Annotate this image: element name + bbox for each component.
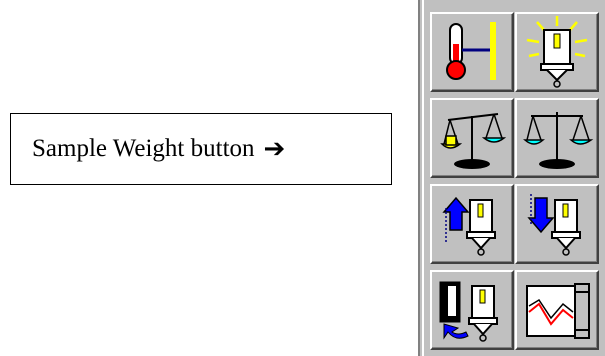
lower-sample-icon [527, 194, 581, 256]
sample-weight-button[interactable] [430, 98, 514, 178]
load-sample-icon [439, 281, 498, 342]
load-button[interactable] [430, 270, 514, 350]
sample-weight-icon [440, 113, 507, 169]
callout-label: Sample Weight button [32, 135, 255, 162]
light-button[interactable] [515, 12, 599, 92]
balance-scale-icon [523, 112, 594, 169]
right-arrow-icon: ➔ [263, 134, 286, 164]
furnace-button[interactable] [515, 270, 599, 350]
temperature-button[interactable] [430, 12, 514, 92]
toolbar-left-highlight [422, 0, 424, 356]
toolbar-left-edge [418, 0, 420, 356]
lamp-light-icon [526, 16, 588, 88]
raise-button[interactable] [430, 184, 514, 264]
thermometer-icon [446, 22, 496, 80]
callout-box: Sample Weight button ➔ [10, 113, 392, 185]
raise-sample-icon [442, 196, 496, 256]
toolbar-panel [418, 0, 605, 356]
furnace-graph-icon [526, 283, 590, 339]
lower-button[interactable] [515, 184, 599, 264]
screenshot-stage: Sample Weight button ➔ [0, 0, 605, 356]
balance-button[interactable] [515, 98, 599, 178]
